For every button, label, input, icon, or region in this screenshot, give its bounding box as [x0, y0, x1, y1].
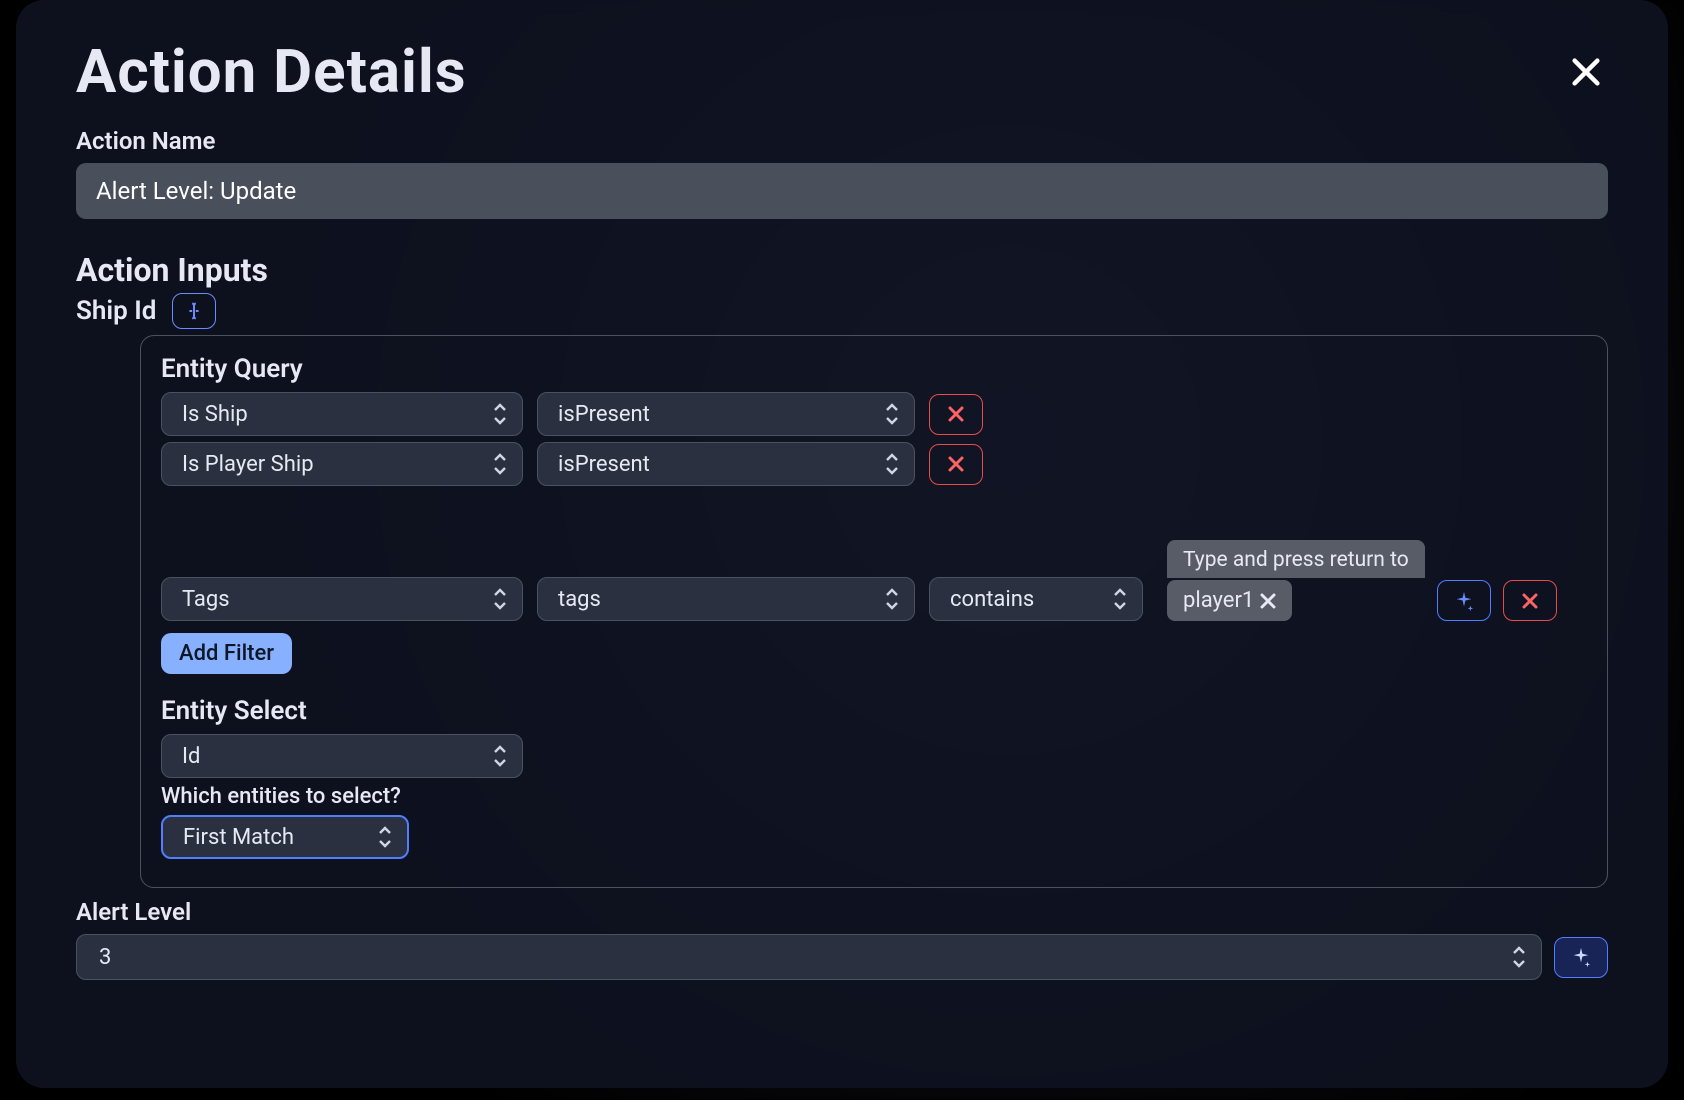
select-value: isPresent [558, 402, 650, 427]
select-value: isPresent [558, 452, 650, 477]
chevron-up-down-icon [490, 586, 510, 612]
chevron-up-down-icon [490, 743, 510, 769]
entity-select-heading: Entity Select [161, 696, 1587, 726]
action-inputs-heading: Action Inputs [76, 251, 1608, 289]
filter-row: Is Ship isPresent [161, 392, 1587, 436]
filter-field-select[interactable]: Is Ship [161, 392, 523, 436]
action-name-label: Action Name [76, 127, 1608, 155]
chevron-up-down-icon [882, 451, 902, 477]
chevron-up-down-icon [882, 586, 902, 612]
action-details-modal: Action Details Action Name Action Inputs… [16, 0, 1668, 1088]
ship-id-edit-button[interactable] [172, 293, 216, 329]
add-filter-button[interactable]: Add Filter [161, 633, 292, 674]
ship-id-label: Ship Id [76, 296, 156, 326]
modal-title: Action Details [76, 36, 1608, 107]
chevron-up-down-icon [1110, 586, 1130, 612]
select-value: Tags [182, 587, 230, 612]
remove-filter-button[interactable] [929, 444, 983, 485]
filter-comparator-select[interactable]: contains [929, 577, 1143, 621]
close-icon [948, 456, 964, 472]
action-name-input[interactable] [76, 163, 1608, 219]
which-entities-label: Which entities to select? [161, 784, 1587, 809]
ai-assist-button[interactable] [1437, 580, 1491, 621]
remove-filter-button[interactable] [929, 394, 983, 435]
tag-chip[interactable]: player1 [1167, 580, 1292, 621]
tag-chip-label: player1 [1183, 588, 1254, 613]
tag-input-hint: Type and press return to [1167, 540, 1425, 578]
select-value: contains [950, 587, 1034, 612]
close-icon [1522, 593, 1538, 609]
chevron-up-down-icon [882, 401, 902, 427]
close-icon [1260, 593, 1276, 609]
close-icon [1569, 55, 1603, 89]
select-value: First Match [183, 825, 294, 850]
which-entities-select[interactable]: First Match [161, 815, 409, 859]
select-value: Id [182, 744, 200, 769]
filter-op-select[interactable]: isPresent [537, 392, 915, 436]
alert-level-label: Alert Level [76, 898, 1608, 926]
select-value: tags [558, 587, 601, 612]
select-value: Is Ship [182, 402, 248, 427]
select-value: 3 [99, 945, 111, 970]
chevron-up-down-icon [490, 401, 510, 427]
chevron-up-down-icon [1509, 944, 1529, 970]
chevron-up-down-icon [490, 451, 510, 477]
sparkles-icon [1453, 590, 1475, 612]
remove-filter-button[interactable] [1503, 580, 1557, 621]
close-icon [948, 406, 964, 422]
tag-input-block: Type and press return to player1 [1167, 540, 1425, 621]
sparkles-icon [1570, 946, 1592, 968]
text-cursor-icon [183, 300, 205, 322]
alert-level-select[interactable]: 3 [76, 934, 1542, 980]
entity-query-panel: Entity Query Is Ship isPresent Is Player… [140, 335, 1608, 888]
filter-subfield-select[interactable]: tags [537, 577, 915, 621]
filter-row: Is Player Ship isPresent [161, 442, 1587, 486]
entity-select-field[interactable]: Id [161, 734, 523, 778]
filter-field-select[interactable]: Is Player Ship [161, 442, 523, 486]
filter-field-select[interactable]: Tags [161, 577, 523, 621]
entity-query-heading: Entity Query [161, 354, 1587, 384]
chevron-up-down-icon [375, 824, 395, 850]
filter-row-tags: Tags tags contains Type and press return… [161, 540, 1587, 621]
ai-assist-button[interactable] [1554, 937, 1608, 978]
close-button[interactable] [1564, 50, 1608, 94]
filter-op-select[interactable]: isPresent [537, 442, 915, 486]
select-value: Is Player Ship [182, 452, 314, 477]
